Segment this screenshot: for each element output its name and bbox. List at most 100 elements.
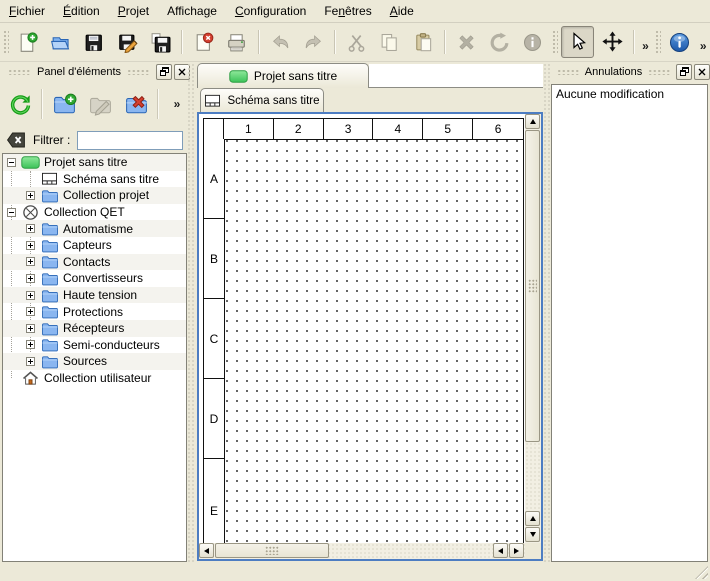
- tree-item-label: Projet sans titre: [44, 155, 127, 169]
- undo-panel-titlebar[interactable]: Annulations: [551, 63, 710, 80]
- open-button[interactable]: [45, 26, 76, 58]
- diagram-canvas[interactable]: 123456 ABCDE: [199, 114, 525, 543]
- toolbar-grip[interactable]: [551, 29, 558, 55]
- tree-expander-plus-icon[interactable]: [26, 191, 35, 200]
- tree-item[interactable]: Récepteurs: [3, 320, 186, 337]
- dock-grip: [8, 68, 31, 75]
- tree-item[interactable]: Semi-conducteurs: [3, 337, 186, 354]
- elements-panel-titlebar[interactable]: Panel d'éléments: [2, 63, 192, 80]
- menu-projet[interactable]: Projet: [109, 1, 158, 21]
- vertical-scrollbar[interactable]: [525, 114, 541, 543]
- tree-expander-plus-icon[interactable]: [26, 324, 35, 333]
- scroll-left-button[interactable]: [199, 543, 214, 558]
- undo-button[interactable]: [265, 26, 296, 58]
- save-as-button[interactable]: [112, 26, 143, 58]
- redo-button[interactable]: [298, 26, 329, 58]
- move-tool-button[interactable]: [596, 26, 627, 58]
- horizontal-scrollbar[interactable]: [199, 543, 525, 559]
- resize-grip[interactable]: [695, 566, 708, 579]
- element-tree: Projet sans titreSchéma sans titreCollec…: [2, 153, 187, 562]
- rotate-button[interactable]: [484, 26, 515, 58]
- tree-item[interactable]: Projet sans titre: [3, 154, 186, 171]
- save-all-button[interactable]: [145, 26, 176, 58]
- tree-expander-plus-icon[interactable]: [26, 307, 35, 316]
- menu-affichage[interactable]: Affichage: [158, 1, 226, 21]
- main-toolbar: » »: [0, 23, 710, 62]
- undo-icon: [270, 32, 291, 53]
- column-header: 6: [473, 119, 523, 139]
- tree-item[interactable]: Sources: [3, 353, 186, 370]
- tree-item[interactable]: Protections: [3, 303, 186, 320]
- tab-project[interactable]: Projet sans titre: [197, 63, 369, 88]
- horizontal-scroll-thumb[interactable]: [215, 543, 329, 558]
- toolbar-overflow-chevron[interactable]: »: [696, 31, 710, 53]
- menu-configuration[interactable]: Configuration: [226, 1, 315, 21]
- menu-aide[interactable]: Aide: [381, 1, 423, 21]
- folder-icon: [40, 321, 59, 336]
- selection-tool-button[interactable]: [561, 26, 594, 58]
- tree-expander-plus-icon[interactable]: [26, 274, 35, 283]
- scroll-up-button[interactable]: [525, 114, 540, 129]
- paste-button[interactable]: [407, 26, 438, 58]
- tree-item[interactable]: Haute tension: [3, 287, 186, 304]
- toolbar-overflow-chevron[interactable]: »: [639, 31, 653, 53]
- reload-collections-button[interactable]: [4, 87, 36, 121]
- scroll-down-button[interactable]: [525, 527, 540, 542]
- clear-filter-button[interactable]: [5, 130, 27, 150]
- tree-expander-minus-icon[interactable]: [7, 158, 16, 167]
- copy-button[interactable]: [374, 26, 405, 58]
- cut-button[interactable]: [341, 26, 372, 58]
- tree-expander-plus-icon[interactable]: [26, 340, 35, 349]
- print-button[interactable]: [221, 26, 252, 58]
- tree-item[interactable]: Automatisme: [3, 220, 186, 237]
- scroll-right-button[interactable]: [509, 543, 524, 558]
- close-panel-button[interactable]: [694, 64, 710, 80]
- print-icon: [226, 32, 247, 53]
- tree-expander-plus-icon[interactable]: [26, 224, 35, 233]
- right-splitter[interactable]: [543, 63, 551, 562]
- toolbar-grip[interactable]: [654, 29, 661, 55]
- diagram-info-button[interactable]: [664, 26, 695, 58]
- tree-expander-plus-icon[interactable]: [26, 357, 35, 366]
- folder-delete-icon: [124, 92, 149, 117]
- tree-item[interactable]: Capteurs: [3, 237, 186, 254]
- arrow-left-icon: [204, 548, 209, 554]
- info-button[interactable]: [517, 26, 548, 58]
- float-panel-button[interactable]: [156, 64, 172, 80]
- menu-fenetres[interactable]: Fenêtres: [315, 1, 380, 21]
- tab-schema[interactable]: Schéma sans titre: [200, 88, 324, 112]
- delete-button[interactable]: [451, 26, 482, 58]
- tree-item[interactable]: Collection QET: [3, 204, 186, 221]
- tree-expander-plus-icon[interactable]: [26, 257, 35, 266]
- tree-item[interactable]: Collection projet: [3, 187, 186, 204]
- tree-expander-plus-icon[interactable]: [26, 241, 35, 250]
- close-file-button[interactable]: [188, 26, 219, 58]
- toolbar-grip[interactable]: [2, 29, 9, 55]
- schema-tabbar: Schéma sans titre: [199, 88, 543, 112]
- clear-filter-icon: [6, 131, 26, 149]
- save-button[interactable]: [78, 26, 109, 58]
- new-category-button[interactable]: [48, 87, 80, 121]
- tree-expander-plus-icon[interactable]: [26, 291, 35, 300]
- scroll-left-button[interactable]: [493, 543, 508, 558]
- left-splitter[interactable]: [187, 63, 195, 562]
- new-document-button[interactable]: [12, 26, 43, 58]
- tree-item[interactable]: Contacts: [3, 254, 186, 271]
- edit-category-button[interactable]: [84, 87, 116, 121]
- panel-overflow-chevron[interactable]: »: [170, 97, 184, 111]
- float-panel-button[interactable]: [676, 64, 692, 80]
- tree-item[interactable]: Convertisseurs: [3, 270, 186, 287]
- folder-icon: [40, 354, 59, 369]
- delete-category-button[interactable]: [120, 87, 152, 121]
- menu-fichier[interactable]: Fichier: [0, 1, 54, 21]
- tree-item[interactable]: Schéma sans titre: [3, 171, 186, 188]
- vertical-scroll-thumb[interactable]: [525, 130, 540, 442]
- undo-list-item[interactable]: Aucune modification: [552, 85, 707, 103]
- thumb-grip: [265, 546, 279, 555]
- menu-bar: Fichier Édition Projet Affichage Configu…: [0, 0, 710, 23]
- tree-item[interactable]: Collection utilisateur: [3, 370, 186, 387]
- menu-edition[interactable]: Édition: [54, 1, 109, 21]
- filter-input[interactable]: [77, 131, 183, 150]
- scroll-up-button[interactable]: [525, 511, 540, 526]
- tree-expander-minus-icon[interactable]: [7, 208, 16, 217]
